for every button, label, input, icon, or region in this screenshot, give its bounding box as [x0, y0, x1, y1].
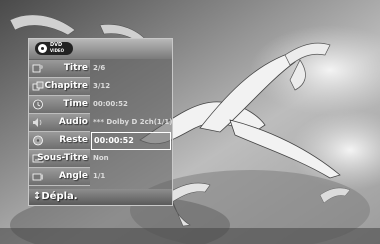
selected-value-box[interactable]: 00:00:52 [91, 132, 171, 150]
row-audio[interactable]: Audio *** Dolby D 2ch(1/1) [29, 114, 172, 132]
row-label: Reste [59, 135, 88, 145]
logo-line2: VIDEO [50, 48, 65, 53]
row-value: Non [93, 154, 109, 162]
row-label: Sous-Titre [37, 153, 88, 163]
video-screen: DVD VIDEO Titre 2/6 Chapitre 3/12 Time 0… [0, 0, 380, 244]
clock-icon [33, 99, 43, 110]
row-titre[interactable]: Titre 2/6 [29, 60, 172, 78]
disc-icon [38, 44, 47, 53]
row-label: Audio [58, 117, 88, 127]
disc-icon [33, 135, 43, 146]
title-icon [32, 64, 43, 73]
speaker-icon [33, 118, 42, 127]
row-value: 00:00:52 [93, 100, 128, 108]
row-label: Time [63, 99, 88, 109]
move-hint: ↕Dépla. [33, 191, 78, 202]
row-value: 3/12 [93, 82, 111, 90]
row-value: 00:00:52 [94, 136, 134, 145]
panel-header: DVD VIDEO [29, 39, 172, 59]
row-angle[interactable]: Angle 1/1 [29, 168, 172, 186]
row-value: 2/6 [93, 64, 106, 72]
row-reste[interactable]: Reste 00:00:52 [29, 132, 172, 150]
camera-icon [32, 173, 43, 181]
panel-footer: ↕Dépla. [29, 189, 172, 205]
row-label: Titre [63, 63, 88, 73]
row-time[interactable]: Time 00:00:52 [29, 96, 172, 114]
row-label: Chapitre [44, 81, 88, 91]
dvd-info-panel: DVD VIDEO Titre 2/6 Chapitre 3/12 Time 0… [28, 38, 173, 206]
chapter-icon [32, 81, 44, 91]
row-value: 1/1 [93, 172, 106, 180]
row-chapitre[interactable]: Chapitre 3/12 [29, 78, 172, 96]
row-sous-titre[interactable]: Sous-Titre Non [29, 150, 172, 168]
row-label: Angle [58, 171, 88, 181]
dvd-video-logo: DVD VIDEO [35, 42, 73, 55]
row-value: *** Dolby D 2ch(1/1) [93, 118, 173, 126]
